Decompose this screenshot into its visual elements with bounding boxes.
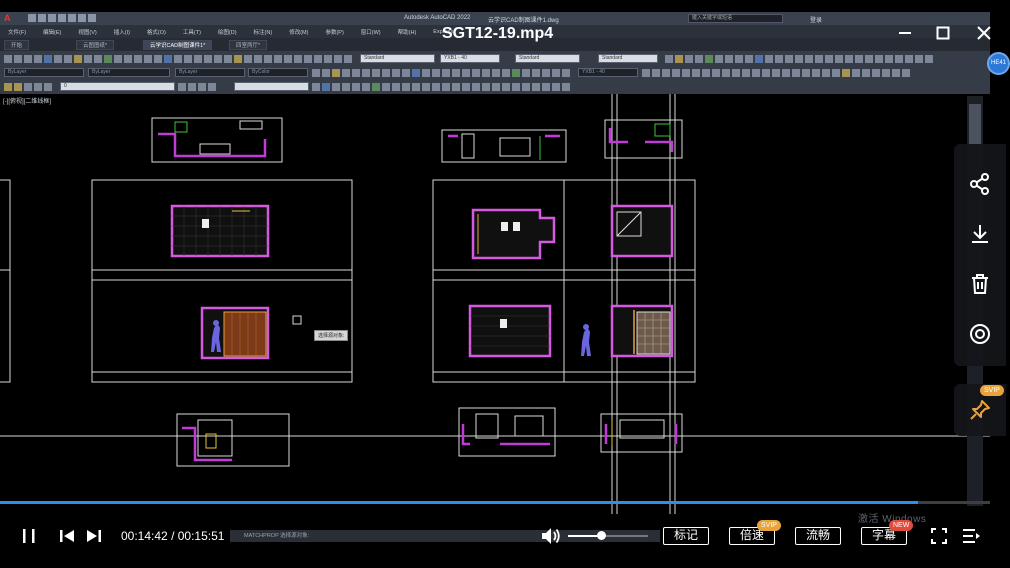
avatar[interactable]: HE41 [987, 52, 1010, 75]
menu-item-insert[interactable]: 插入(I) [114, 28, 130, 36]
autocad-logo-icon[interactable]: A [4, 13, 11, 23]
maximize-icon[interactable] [934, 24, 952, 42]
menu-item-draw[interactable]: 绘图(D) [218, 28, 237, 36]
linetype-select[interactable]: ByLayer [88, 68, 170, 77]
menu-item-view[interactable]: 视图(V) [78, 28, 96, 36]
layer-select[interactable]: ByLayer [4, 68, 84, 77]
toolbar-row-1b [665, 53, 933, 64]
subtitle-new-badge: NEW [889, 520, 914, 531]
menu-item-edit[interactable]: 编辑(E) [43, 28, 61, 36]
mleader-style-select[interactable]: Standard [598, 54, 658, 63]
color-select[interactable]: ByColor [248, 68, 308, 77]
menu-item-tools[interactable]: 工具(T) [183, 28, 201, 36]
menu-item-modify[interactable]: 修改(M) [289, 28, 308, 36]
table-style-select[interactable]: Standard [515, 54, 580, 63]
lineweight-select[interactable]: ByLayer [175, 68, 245, 77]
progress-bar[interactable] [0, 501, 990, 504]
cad-title-bar: A Autodesk AutoCAD 2022 云学识CAD制图课件1.dwg … [0, 12, 990, 25]
quick-access-toolbar [28, 14, 96, 22]
room-plan-4 [200, 306, 270, 360]
duration: 00:15:51 [177, 529, 225, 543]
progress-fill [0, 501, 918, 504]
save-icon[interactable] [48, 14, 56, 22]
toolbar-row-2b [642, 67, 910, 78]
delete-icon[interactable] [968, 272, 992, 296]
menu-item-dimension[interactable]: 标注(N) [254, 28, 273, 36]
fullscreen-icon[interactable] [930, 527, 948, 545]
elevation-top-1 [151, 117, 283, 163]
menu-item-window[interactable]: 窗口(W) [361, 28, 381, 36]
redo-icon[interactable] [88, 14, 96, 22]
pin-svip-badge: SVIP [980, 385, 1004, 396]
player-side-panel [954, 144, 1006, 366]
playlist-icon[interactable] [961, 527, 981, 545]
current-time: 00:14:42 [121, 529, 168, 543]
next-icon[interactable] [85, 527, 103, 545]
layer-name-box[interactable] [234, 82, 309, 91]
elevation-bottom-1 [176, 413, 290, 467]
scroll-thumb[interactable] [969, 104, 981, 144]
quality-button[interactable]: 流畅 [795, 527, 841, 545]
cad-search-input[interactable]: 键入关键字或短语 [688, 14, 783, 23]
time-separator: / [171, 529, 175, 543]
tab-start[interactable]: 开始 [4, 40, 30, 50]
toolbar-row-3c [312, 81, 570, 92]
floor-plan-drawing [0, 94, 990, 514]
pin-panel: SVIP [954, 384, 1006, 436]
room-plan-6 [610, 304, 674, 358]
open-file-icon[interactable] [38, 14, 46, 22]
tab-drawing-1[interactable]: 云图图纸* [76, 40, 115, 50]
pause-icon[interactable] [20, 527, 38, 545]
toolbar-row-3 [4, 81, 52, 92]
room-plan-1 [170, 204, 270, 258]
current-layer-select[interactable]: 0 [60, 82, 175, 91]
cad-ribbon: Standard YXB1 - 40 Standard Standard ByL… [0, 51, 990, 94]
menu-item-parametric[interactable]: 参数(P) [325, 28, 343, 36]
toolbar-row-2 [312, 67, 570, 78]
toolbar-row-3b [178, 81, 216, 92]
volume-slider[interactable] [568, 535, 648, 537]
share-icon[interactable] [968, 172, 992, 196]
menu-item-format[interactable]: 格式(O) [147, 28, 166, 36]
mark-button[interactable]: 标记 [663, 527, 709, 545]
cad-drawing-area[interactable] [0, 94, 990, 514]
dim-style-select-2[interactable]: YXB1 - 40 [578, 68, 638, 77]
menu-item-help[interactable]: 帮助(H) [398, 28, 417, 36]
pin-icon[interactable] [968, 398, 992, 422]
new-file-icon[interactable] [28, 14, 36, 22]
time-display: 00:14:42 / 00:15:51 [121, 529, 224, 543]
print-icon[interactable] [68, 14, 76, 22]
save-as-icon[interactable] [58, 14, 66, 22]
volume-icon[interactable] [540, 526, 562, 546]
cad-app-title: Autodesk AutoCAD 2022 [404, 15, 471, 21]
cursor-tooltip: 选择源对象: [314, 330, 349, 341]
cad-file-name: 云学识CAD制图课件1.dwg [488, 18, 559, 24]
elevation-bottom-2 [458, 407, 556, 457]
tab-drawing-3[interactable]: 四室两厅* [229, 40, 268, 50]
close-icon[interactable] [975, 24, 993, 42]
text-style-select[interactable]: Standard [360, 54, 435, 63]
toolbar-row-1 [4, 53, 352, 64]
cad-user-login[interactable]: 登录 [810, 15, 822, 24]
target-icon[interactable] [968, 322, 992, 346]
previous-icon[interactable] [58, 527, 76, 545]
menu-item-file[interactable]: 文件(F) [8, 28, 26, 36]
download-icon[interactable] [968, 222, 992, 246]
viewport-label[interactable]: [-][俯视][二维线框] [3, 96, 51, 105]
minimize-icon[interactable] [896, 24, 914, 42]
tab-drawing-2[interactable]: 云学识CAD制图课件1* [143, 40, 213, 50]
room-plan-2 [471, 208, 556, 260]
undo-icon[interactable] [78, 14, 86, 22]
dim-style-select[interactable]: YXB1 - 40 [440, 54, 500, 63]
room-plan-3 [610, 204, 674, 258]
video-title: SGT12-19.mp4 [442, 25, 554, 42]
room-plan-5 [468, 304, 591, 358]
elevation-top-2 [441, 129, 567, 163]
speed-svip-badge: SVIP [757, 520, 781, 531]
